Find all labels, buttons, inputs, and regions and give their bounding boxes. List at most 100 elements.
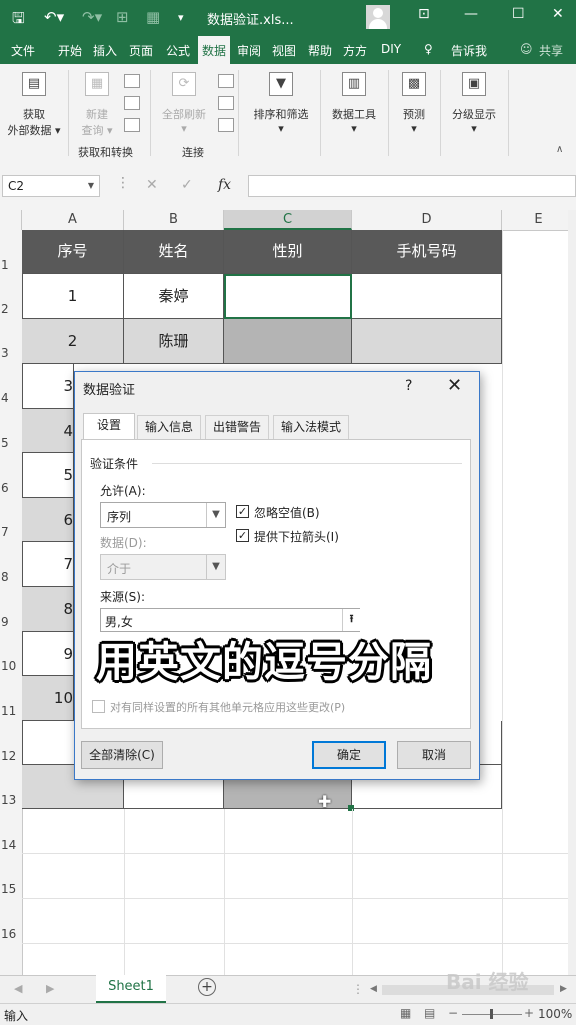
close-icon[interactable]: ✕	[447, 375, 462, 396]
scroll-left-icon[interactable]: ◀	[370, 984, 377, 994]
tab-review[interactable]: 审阅	[237, 42, 261, 59]
user-avatar[interactable]	[366, 5, 390, 29]
cell-a7[interactable]: 6	[22, 498, 74, 542]
tab-settings[interactable]: 设置	[83, 413, 135, 440]
column-header-d[interactable]: D	[352, 210, 502, 230]
cell-a10[interactable]: 9	[22, 632, 74, 676]
cell-a8[interactable]: 7	[22, 542, 74, 587]
cancel-icon[interactable]: ✕	[146, 177, 158, 193]
minimize-icon[interactable]: —	[464, 6, 478, 22]
tab-view[interactable]: 视图	[272, 42, 296, 59]
column-header-b[interactable]: B	[124, 210, 224, 230]
close-icon[interactable]: ✕	[552, 6, 564, 22]
tab-insert[interactable]: 插入	[93, 42, 117, 59]
column-header-e[interactable]: E	[502, 210, 576, 230]
share-icon[interactable]: ☺	[520, 42, 533, 56]
row-header-11[interactable]: 11	[0, 704, 22, 718]
scroll-sheets-right-icon[interactable]: ▶	[46, 982, 54, 995]
header-cell-gender[interactable]: 性别	[224, 230, 352, 274]
share-button[interactable]: 共享	[539, 42, 563, 59]
sort-filter-button[interactable]: ▼ 排序和筛选 ▾	[246, 72, 316, 135]
column-header-c[interactable]: C	[224, 210, 352, 230]
column-header-a[interactable]: A	[22, 210, 124, 230]
vertical-scrollbar[interactable]	[568, 210, 576, 975]
formula-input[interactable]	[248, 175, 576, 197]
add-sheet-button[interactable]: +	[198, 978, 216, 996]
recent-sources-icon[interactable]	[124, 118, 140, 132]
row-header-13[interactable]: 13	[0, 793, 22, 807]
row-header-7[interactable]: 7	[0, 525, 22, 539]
zoom-out-icon[interactable]: −	[448, 1006, 458, 1020]
cell-b2[interactable]: 秦婷	[124, 274, 224, 319]
tab-data[interactable]: 数据	[198, 36, 231, 64]
page-layout-view-icon[interactable]: ▤	[424, 1006, 435, 1020]
properties-icon[interactable]	[218, 96, 234, 110]
collapse-ribbon-icon[interactable]: ∧	[556, 144, 563, 155]
tab-page-layout[interactable]: 页面	[129, 42, 153, 59]
edit-links-icon[interactable]	[218, 118, 234, 132]
allow-select[interactable]: 序列 ▼	[100, 502, 226, 528]
cell-d2[interactable]	[352, 274, 502, 319]
dropdown-arrow-checkbox[interactable]: ✓	[236, 529, 249, 542]
tab-home[interactable]: 开始	[58, 42, 82, 59]
more-icon[interactable]: ▾	[178, 11, 184, 24]
tab-formulas[interactable]: 公式	[166, 42, 190, 59]
insert-function-icon[interactable]: fx	[218, 177, 231, 193]
undo-icon[interactable]: ↶▾	[44, 8, 64, 26]
fill-handle[interactable]	[348, 805, 354, 811]
row-header-1[interactable]: 1	[0, 258, 22, 272]
row-header-12[interactable]: 12	[0, 749, 22, 763]
sheet-tab-sheet1[interactable]: Sheet1	[96, 975, 166, 1003]
row-header-3[interactable]: 3	[0, 346, 22, 360]
border-icon[interactable]: ⊞	[116, 8, 129, 26]
scroll-sheets-left-icon[interactable]: ◀	[14, 982, 22, 995]
cell-b3[interactable]: 陈珊	[124, 319, 224, 364]
cell-a6[interactable]: 5	[22, 453, 74, 498]
row-header-15[interactable]: 15	[0, 882, 22, 896]
row-header-4[interactable]: 4	[0, 391, 22, 405]
refresh-all-button[interactable]: ⟳ 全部刷新 ▾	[152, 72, 216, 135]
restore-icon[interactable]: ☐	[512, 6, 525, 22]
get-external-data-button[interactable]: ▤ 获取 外部数据 ▾	[4, 72, 64, 138]
row-header-2[interactable]: 2	[0, 302, 22, 316]
zoom-in-icon[interactable]: +	[524, 1006, 534, 1020]
ribbon-display-icon[interactable]: ⊡	[418, 6, 430, 22]
tab-fangfang[interactable]: 方方	[343, 42, 367, 59]
cell-a4[interactable]: 3	[22, 364, 74, 409]
row-header-8[interactable]: 8	[0, 570, 22, 584]
cell-a11[interactable]: 10	[22, 676, 74, 721]
tab-ime-mode[interactable]: 输入法模式	[273, 415, 349, 439]
tab-error-alert[interactable]: 出错警告	[205, 415, 269, 439]
connections-icon[interactable]	[218, 74, 234, 88]
redo-icon[interactable]: ↷▾	[82, 8, 102, 26]
header-cell-index[interactable]: 序号	[22, 230, 124, 274]
save-icon[interactable]: 🖫	[12, 8, 25, 33]
scroll-right-icon[interactable]: ▶	[560, 984, 567, 994]
row-header-14[interactable]: 14	[0, 838, 22, 852]
data-tools-button[interactable]: ▥ 数据工具 ▾	[324, 72, 384, 135]
header-cell-name[interactable]: 姓名	[124, 230, 224, 274]
apply-all-checkbox[interactable]	[92, 700, 105, 713]
tab-input-message[interactable]: 输入信息	[137, 415, 201, 439]
header-cell-phone[interactable]: 手机号码	[352, 230, 502, 274]
cell-a2[interactable]: 1	[22, 274, 124, 319]
select-all-corner[interactable]	[0, 210, 22, 230]
table-icon[interactable]: ▦	[146, 8, 160, 26]
zoom-level[interactable]: 100%	[538, 1007, 572, 1021]
help-icon[interactable]: ?	[405, 378, 412, 394]
tab-diy[interactable]: DIY	[381, 42, 401, 56]
forecast-button[interactable]: ▩ 预测 ▾	[392, 72, 436, 135]
zoom-slider-thumb[interactable]	[490, 1009, 493, 1019]
cell-a9[interactable]: 8	[22, 587, 74, 632]
row-header-9[interactable]: 9	[0, 615, 22, 629]
ignore-blank-checkbox[interactable]: ✓	[236, 505, 249, 518]
row-header-6[interactable]: 6	[0, 481, 22, 495]
tab-help[interactable]: 帮助	[308, 42, 332, 59]
outline-button[interactable]: ▣ 分级显示 ▾	[444, 72, 504, 135]
row-header-5[interactable]: 5	[0, 436, 22, 450]
new-query-button[interactable]: ▦ 新建 查询 ▾	[72, 72, 122, 138]
tell-me-search[interactable]: 告诉我	[451, 42, 487, 59]
name-box[interactable]: C2 ▼	[2, 175, 100, 197]
enter-icon[interactable]: ✓	[181, 177, 193, 193]
row-header-16[interactable]: 16	[0, 927, 22, 941]
